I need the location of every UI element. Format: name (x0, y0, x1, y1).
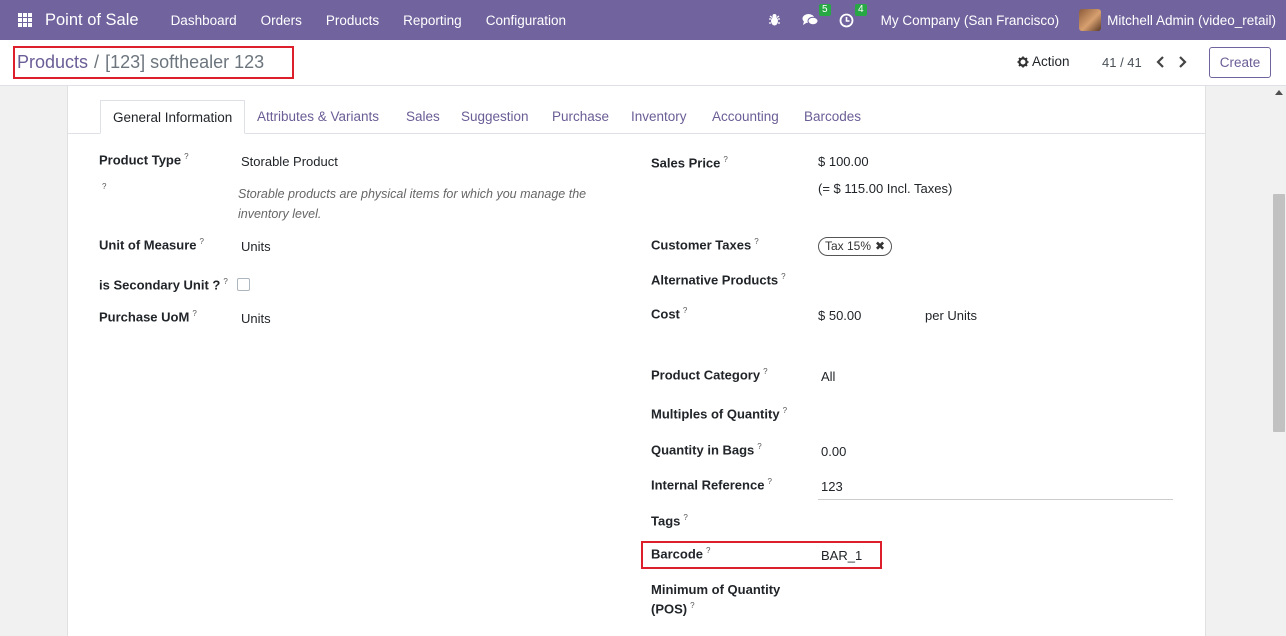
tab-attributes-variants[interactable]: Attributes & Variants (257, 100, 379, 134)
activities-clock-icon[interactable]: 4 (837, 4, 867, 30)
secondary-unit-label: is Secondary Unit ?? (99, 277, 228, 293)
notebook-tabs: General Information Attributes & Variant… (68, 100, 1205, 134)
apps-menu-icon[interactable] (18, 13, 32, 27)
tax-tag-label: Tax 15% (825, 239, 872, 253)
tax-tag: Tax 15% ✖ (818, 237, 893, 256)
app-brand[interactable]: Point of Sale (45, 11, 139, 30)
quantity-in-bags-label: Quantity in Bags? (651, 442, 762, 458)
breadcrumb-parent-link[interactable]: Products (17, 52, 88, 73)
scroll-up-arrow-icon[interactable] (1275, 90, 1283, 95)
cost-field[interactable]: $ 50.00 (818, 308, 861, 323)
breadcrumb: Products / [123] softhealer 123 (13, 46, 294, 79)
product-type-help-text: Storable products are physical items for… (238, 187, 587, 221)
tab-accounting[interactable]: Accounting (712, 100, 779, 134)
breadcrumb-current: [123] softhealer 123 (105, 52, 265, 72)
pager-previous-button[interactable] (1153, 54, 1167, 70)
minimum-quantity-pos-label-line1: Minimum of Quantity (651, 582, 781, 597)
company-switcher[interactable]: My Company (San Francisco) (881, 13, 1060, 28)
action-button[interactable]: Action (1017, 54, 1070, 69)
minimum-quantity-pos-label-line2: (POS)? (651, 601, 695, 617)
internal-reference-label: Internal Reference? (651, 477, 772, 493)
tab-purchase[interactable]: Purchase (552, 100, 609, 134)
sales-price-label: Sales Price? (651, 155, 728, 171)
scrollbar-thumb[interactable] (1273, 194, 1285, 432)
menu-dashboard[interactable]: Dashboard (159, 13, 249, 28)
user-menu[interactable]: Mitchell Admin (video_retail) (1079, 9, 1276, 31)
purchase-uom-label: Purchase UoM? (99, 309, 197, 325)
barcode-label: Barcode? (651, 546, 711, 562)
alternative-products-label: Alternative Products? (651, 272, 786, 288)
tags-label: Tags? (651, 513, 688, 529)
user-name: Mitchell Admin (video_retail) (1107, 12, 1276, 28)
bug-icon[interactable] (765, 10, 785, 30)
activities-badge: 4 (855, 4, 867, 16)
customer-taxes-label: Customer Taxes? (651, 237, 759, 253)
cost-label: Cost? (651, 306, 688, 322)
control-panel: Products / [123] softhealer 123 Action 4… (0, 40, 1286, 86)
tab-sales[interactable]: Sales (406, 100, 440, 134)
product-category-field[interactable]: All (821, 369, 835, 384)
create-button[interactable]: Create (1209, 47, 1271, 78)
navbar-systray: 5 4 My Company (San Francisco) Mitchell … (757, 0, 1286, 40)
menu-products[interactable]: Products (314, 13, 391, 28)
help-marker: ? (102, 182, 107, 191)
vertical-scrollbar[interactable] (1272, 86, 1286, 636)
chevron-left-icon (1155, 56, 1164, 68)
product-type-select[interactable]: Storable Product (241, 154, 338, 169)
unit-of-measure-field[interactable]: Units (241, 239, 271, 254)
pager-value[interactable]: 41 / 41 (1102, 55, 1142, 70)
tab-general-information[interactable]: General Information (100, 100, 246, 134)
sales-price-incl-taxes: (= $ 115.00 Incl. Taxes) (818, 181, 953, 196)
form-sheet: General Information Attributes & Variant… (67, 86, 1206, 636)
cost-unit: per Units (925, 308, 978, 323)
quantity-in-bags-field[interactable]: 0.00 (821, 444, 846, 459)
tab-inventory[interactable]: Inventory (631, 100, 687, 134)
product-category-label: Product Category? (651, 367, 768, 383)
tab-barcodes[interactable]: Barcodes (804, 100, 861, 134)
action-label: Action (1032, 54, 1070, 69)
product-type-label: Product Type? (99, 152, 189, 168)
messages-badge: 5 (819, 4, 831, 16)
barcode-field[interactable]: BAR_1 (821, 548, 862, 563)
purchase-uom-field[interactable]: Units (241, 311, 271, 326)
gear-icon (1017, 56, 1029, 67)
breadcrumb-separator: / (94, 52, 100, 72)
pager-next-button[interactable] (1175, 54, 1189, 70)
avatar (1079, 9, 1102, 31)
secondary-unit-checkbox[interactable] (237, 278, 250, 291)
sales-price-field[interactable]: $ 100.00 (818, 154, 869, 169)
menu-orders[interactable]: Orders (249, 13, 314, 28)
internal-reference-underline (818, 499, 1173, 500)
remove-tag-icon[interactable]: ✖ (875, 238, 885, 255)
tab-suggestion[interactable]: Suggestion (461, 100, 529, 134)
chevron-right-icon (1178, 56, 1187, 68)
menu-configuration[interactable]: Configuration (474, 13, 578, 28)
menu-reporting[interactable]: Reporting (391, 13, 474, 28)
internal-reference-field[interactable]: 123 (821, 479, 843, 494)
messages-icon[interactable]: 5 (801, 4, 831, 30)
unit-of-measure-label: Unit of Measure? (99, 237, 204, 253)
multiples-of-quantity-label: Multiples of Quantity? (651, 406, 788, 422)
top-navbar: Point of Sale Dashboard Orders Products … (0, 0, 1286, 40)
